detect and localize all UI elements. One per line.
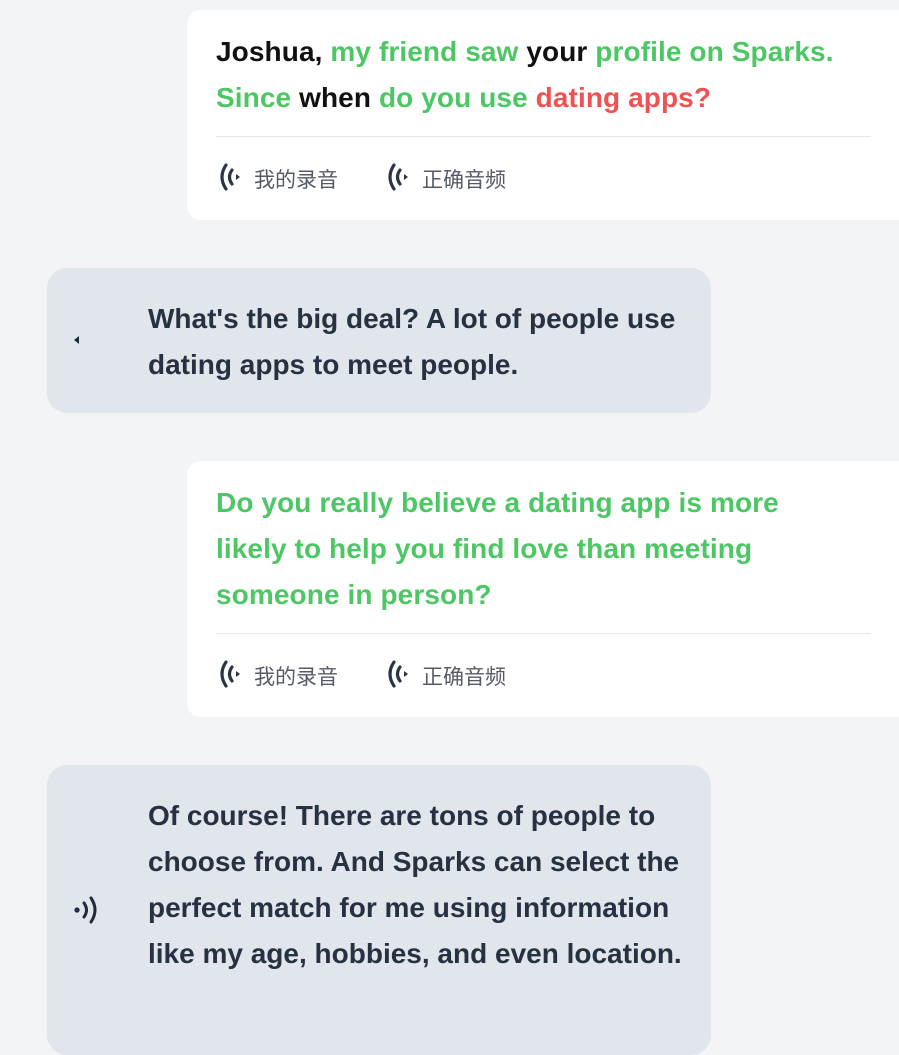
reply-bubble-2: Of course! There are tons of people to c… — [47, 765, 711, 1055]
audio-wave-icon — [384, 658, 416, 695]
audio-wave-icon — [216, 161, 248, 198]
reply-bubble-1: What's the big deal? A lot of people use… — [47, 268, 711, 413]
prompt-sentence: Joshua, my friend saw your profile on Sp… — [216, 10, 871, 121]
my-recording-label: 我的录音 — [254, 666, 338, 689]
audio-actions: 我的录音 正确音频 — [216, 634, 871, 718]
reply-text: What's the big deal? A lot of people use… — [148, 303, 676, 380]
my-recording-button[interactable]: 我的录音 — [216, 161, 338, 198]
audio-wave-icon — [384, 161, 416, 198]
word-segment: when — [299, 82, 372, 113]
correct-audio-label: 正确音频 — [422, 169, 506, 192]
audio-actions: 我的录音 正确音频 — [216, 137, 871, 221]
my-recording-label: 我的录音 — [254, 169, 338, 192]
word-segment: Joshua, — [216, 36, 323, 67]
my-recording-button[interactable]: 我的录音 — [216, 658, 338, 695]
prompt-bubble-1: Joshua, my friend saw your profile on Sp… — [187, 10, 899, 220]
play-dot-icon[interactable] — [71, 328, 85, 357]
correct-audio-button[interactable]: 正确音频 — [384, 161, 506, 198]
correct-audio-button[interactable]: 正确音频 — [384, 658, 506, 695]
word-segment: your — [526, 36, 588, 67]
correct-audio-label: 正确音频 — [422, 666, 506, 689]
word-segment: do you use — [378, 82, 528, 113]
reply-text: Of course! There are tons of people to c… — [148, 800, 682, 969]
prompt-bubble-2: Do you really believe a dating app is mo… — [187, 461, 899, 717]
prompt-sentence: Do you really believe a dating app is mo… — [216, 487, 779, 610]
speaker-waves-icon[interactable] — [71, 893, 105, 932]
word-segment: Since — [216, 82, 292, 113]
word-segment: dating apps? — [535, 82, 712, 113]
audio-wave-icon — [216, 658, 248, 695]
word-segment: my friend saw — [330, 36, 519, 67]
word-segment: profile on Sparks. — [595, 36, 834, 67]
